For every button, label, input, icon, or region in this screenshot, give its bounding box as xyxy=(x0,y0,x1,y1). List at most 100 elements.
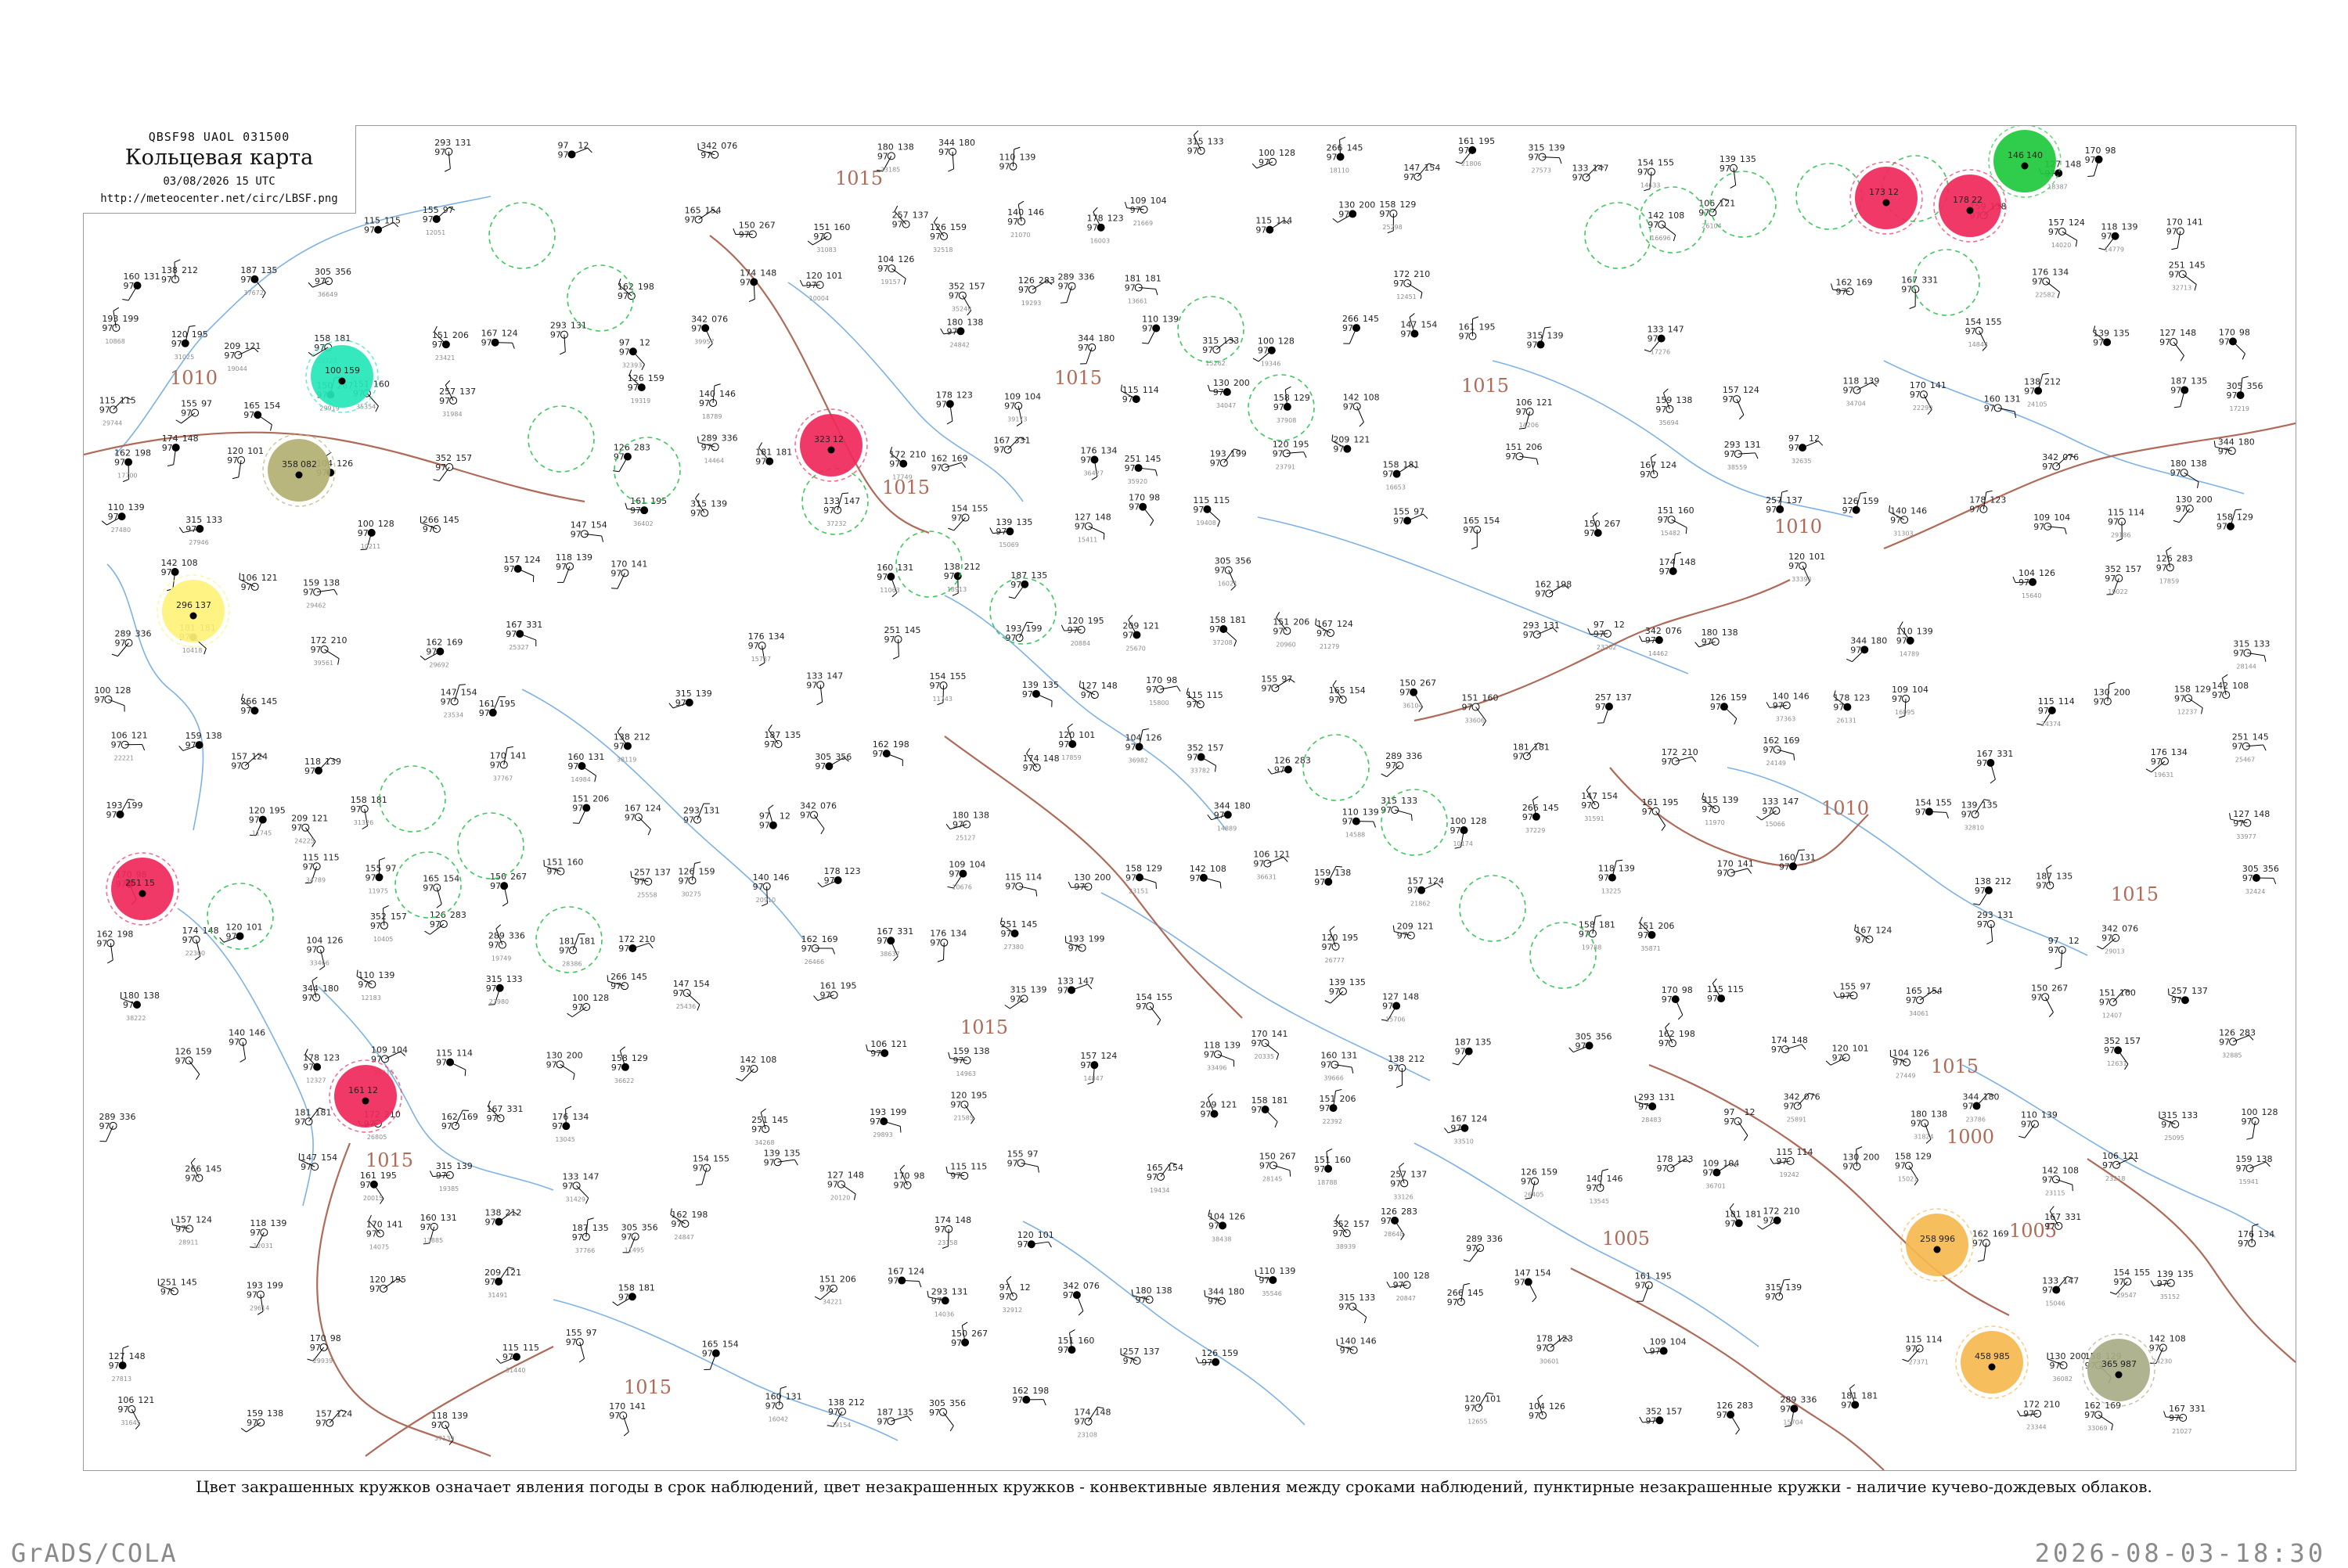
station-pressure: 139 xyxy=(1279,1266,1295,1276)
station-plot: 1151159731440 xyxy=(496,1343,539,1374)
station-pressure: 124 xyxy=(251,752,268,762)
station-value: 97 xyxy=(436,1171,447,1181)
station-plot: 1151159719408 xyxy=(1193,495,1230,527)
station-value: 97 xyxy=(930,232,941,242)
station-plot: 1181399733496 xyxy=(1204,1040,1241,1071)
station-pressure: 108 xyxy=(1210,864,1226,874)
station-plot: 1673319721027 xyxy=(2164,1404,2206,1435)
station-pressure: 283 xyxy=(634,443,650,453)
cloud-cover-circle xyxy=(837,1181,844,1188)
station-plot: 16219897 xyxy=(96,929,133,963)
wind-barb-feather xyxy=(900,1127,901,1133)
station-plot: 16119597 xyxy=(1458,317,1495,342)
station-pressure: 155 xyxy=(713,1154,729,1164)
station-value: 97 xyxy=(1635,1281,1646,1291)
station-value: 97 xyxy=(1018,285,1029,295)
wind-barb-feather xyxy=(953,593,958,595)
cloud-cover-circle xyxy=(1085,523,1092,530)
station-pressure: 141 xyxy=(1271,1029,1287,1039)
wind-barb-feather xyxy=(762,904,767,906)
station-value: 97 xyxy=(755,457,766,467)
station-value: 97 xyxy=(114,638,125,649)
station-value: 97 xyxy=(877,264,888,274)
station-pressure: 114 xyxy=(1143,385,1159,395)
wind-barb-feather xyxy=(893,656,899,659)
station-plot: 1512069735871 xyxy=(1637,917,1674,952)
wind-barb-feather xyxy=(1330,926,1334,930)
station-index: 32713 xyxy=(2172,284,2191,291)
station-value: 97 xyxy=(870,1048,881,1059)
station-plot: 1601319713885 xyxy=(420,1213,457,1244)
station-pressure: 331 xyxy=(2065,1212,2081,1222)
wind-barb-feather xyxy=(1739,415,1744,419)
station-value: 97 xyxy=(996,527,1007,537)
wind-barb-feather xyxy=(445,169,450,172)
wind-barb-feather xyxy=(900,1165,905,1170)
station-index: 36649 xyxy=(318,291,337,298)
station-value: 97 xyxy=(117,1404,128,1415)
wind-barb-feather xyxy=(625,503,627,509)
station-plot: 1761349719631 xyxy=(2146,747,2188,779)
station-pressure: 141 xyxy=(631,559,647,569)
station-pressure: 157 xyxy=(456,453,472,463)
station-pressure: 199 xyxy=(1230,449,1247,459)
station-pressure: 206 xyxy=(1658,921,1674,931)
station-index: 14206 xyxy=(1519,422,1539,429)
station-plot: 971297 xyxy=(2048,936,2080,969)
station-index: 27573 xyxy=(1531,167,1550,174)
station-plot: 2893369715704 xyxy=(1780,1394,1817,1426)
station-plot: 26614597 xyxy=(1447,1283,1484,1307)
station-pressure: 135 xyxy=(2177,1269,2194,1279)
station-plot: 1611959720015 xyxy=(360,1171,397,1204)
station-value: 97 xyxy=(227,455,238,466)
station-index: 25127 xyxy=(956,835,975,842)
wind-barb-feather xyxy=(948,169,953,171)
station-plot: 1871359737766 xyxy=(572,1218,609,1254)
station-plot: 10012897 xyxy=(567,993,609,1017)
station-value: 97 xyxy=(420,1222,431,1232)
station-value: 97 xyxy=(224,351,235,361)
station-plot: 34207697 xyxy=(698,141,737,160)
station-plot: 1541559711743 xyxy=(930,671,967,705)
station-index: 21027 xyxy=(2172,1428,2191,1435)
station-index: 14075 xyxy=(369,1244,389,1251)
station-plot: 2571379733126 xyxy=(1390,1163,1427,1200)
weather-circle: 25115 xyxy=(106,853,178,925)
station-pressure: 076 xyxy=(721,141,737,151)
station-value: 97 xyxy=(1022,689,1033,699)
wind-barb-feather xyxy=(1730,185,1736,189)
station-plot: 10910497 xyxy=(2033,512,2070,534)
station-index: 31440 xyxy=(506,1367,525,1374)
station-plot: 18118197 xyxy=(1841,1384,1878,1410)
station-value: 97 xyxy=(247,1418,257,1428)
station-plot: 15913897 xyxy=(1314,866,1351,887)
wind-barb-feather xyxy=(2166,547,2172,551)
station-pressure: 212 xyxy=(182,265,198,275)
isobar-label: 1010 xyxy=(1774,516,1822,538)
station-pressure: 147 xyxy=(826,671,843,681)
station-plot: 26614597 xyxy=(185,1158,221,1184)
station-pressure: 212 xyxy=(2044,376,2061,387)
wind-barb-feather xyxy=(1757,1225,1762,1229)
wind-barb xyxy=(1357,406,1364,422)
station-index: 12655 xyxy=(1468,1418,1487,1425)
wind-barb xyxy=(1077,1295,1083,1311)
station-value: 97 xyxy=(1136,1295,1147,1305)
station-value: 97 xyxy=(432,340,443,350)
station-plot: 1201019717859 xyxy=(1058,724,1095,761)
station-pressure: 147 xyxy=(1078,976,1094,986)
station-pressure: 145 xyxy=(905,625,921,635)
wind-barb-feather xyxy=(698,437,699,443)
station-index: 19749 xyxy=(492,955,511,962)
station-index: 38119 xyxy=(617,756,636,763)
station-plot: 1271489715706 xyxy=(1381,992,1419,1023)
station-plot: 1541559714633 xyxy=(1637,158,1674,191)
station-index: 14789 xyxy=(1900,651,1919,658)
station-index: 27946 xyxy=(189,539,208,546)
wind-barb-feather xyxy=(196,1074,200,1080)
station-value: 97 xyxy=(2170,468,2181,478)
station-value: 97 xyxy=(490,760,501,770)
station-plot: 12615997 xyxy=(1710,692,1747,725)
station-plot: 17414897 xyxy=(1659,552,1696,577)
station-pressure: 137 xyxy=(913,210,929,221)
